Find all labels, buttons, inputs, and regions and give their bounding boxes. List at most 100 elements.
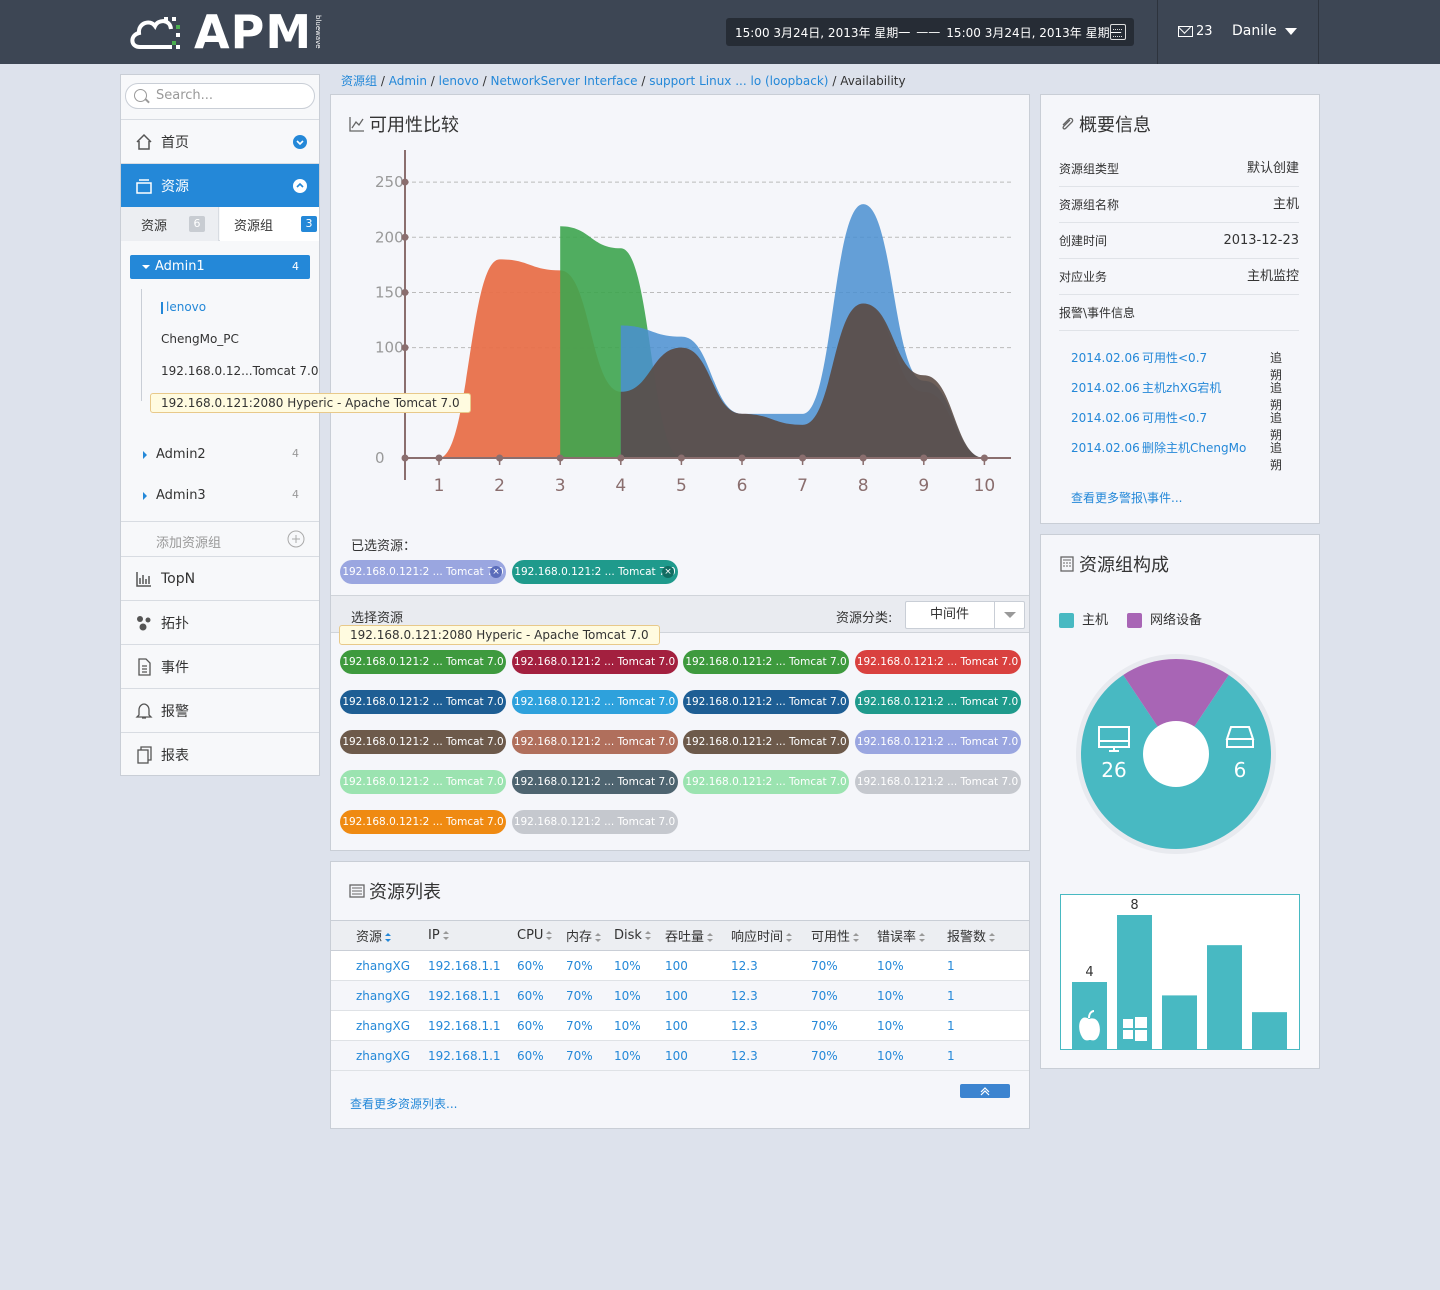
column-header[interactable]: CPU	[517, 920, 566, 951]
resource-chip[interactable]: 192.168.0.121:2 ... Tomcat 7.0	[511, 730, 678, 754]
nav-resource-label: 资源	[161, 178, 189, 195]
header-divider	[1318, 0, 1319, 64]
nav-reports[interactable]: 报表	[121, 732, 319, 776]
resource-chip[interactable]: 192.168.0.121:2 ... Tomcat 7.0	[340, 770, 506, 794]
table-row[interactable]: zhangXG 192.168.1.1 60% 70% 10% 100 12.3 70% 10%…	[331, 1010, 1029, 1041]
nav-home[interactable]: 首页	[121, 119, 319, 163]
selected-resource-chip[interactable]: 192.168.0.121:2 ... Tomcat 7.0 ×	[512, 560, 678, 584]
alarm-item[interactable]: 2014.02.06 可用性<0.7 追朔	[1071, 349, 1282, 382]
chevron-down-icon[interactable]	[293, 135, 307, 149]
remove-icon[interactable]: ×	[662, 566, 674, 578]
resource-list-title: 资源列表	[349, 878, 441, 904]
nav-topn[interactable]: TopN	[121, 556, 319, 600]
add-group-row[interactable]: 添加资源组	[121, 521, 319, 557]
remove-icon[interactable]: ×	[490, 566, 502, 578]
nav-alarms[interactable]: 报警	[121, 688, 319, 732]
mail-button[interactable]: 23	[1178, 24, 1213, 39]
host-count: 26	[1101, 758, 1126, 782]
breadcrumb-item[interactable]: Admin	[389, 74, 427, 88]
table-cell: 60%	[517, 1040, 566, 1071]
caret-right-icon	[143, 492, 147, 500]
breadcrumb-item[interactable]: lenovo	[439, 74, 479, 88]
more-alarms-link[interactable]: 查看更多警报\事件...	[1071, 489, 1183, 506]
column-header[interactable]: 报警数	[947, 920, 1029, 951]
resource-chip[interactable]: 192.168.0.121:2 ... Tomcat 7.0	[511, 690, 678, 714]
category-select[interactable]: 中间件	[905, 601, 1025, 629]
group-admin3[interactable]: Admin3 4	[121, 488, 319, 503]
alarm-item[interactable]: 2014.02.06 可用性<0.7 追朔	[1071, 409, 1282, 442]
resource-chip[interactable]: 192.168.0.121:2 ... Tomcat 7.0	[340, 690, 506, 714]
breadcrumb-separator: /	[380, 74, 385, 88]
breadcrumb: 资源组 / Admin / lenovo / NetworkServer Int…	[341, 72, 906, 89]
date-range-picker[interactable]: 15:00 3月24日, 2013年 星期一 —— 15:00 3月24日, 2…	[726, 18, 1134, 46]
date-from: 15:00 3月24日, 2013年 星期一	[735, 25, 911, 40]
tab-resource[interactable]: 资源 6	[121, 207, 219, 241]
user-name[interactable]: Danile	[1232, 23, 1277, 39]
resource-chip[interactable]: 192.168.0.121:2 ... Tomcat 7.0	[340, 650, 506, 674]
user-menu-caret-icon[interactable]	[1285, 28, 1297, 35]
bar[interactable]	[1207, 945, 1242, 1049]
nav-topology[interactable]: 拓扑	[121, 600, 319, 644]
add-icon[interactable]	[287, 530, 305, 548]
tree-item-lenovo[interactable]: lenovo	[161, 300, 206, 314]
resource-chip[interactable]: 192.168.0.121:2 ... Tomcat 7.0	[683, 690, 849, 714]
bar[interactable]	[1252, 1012, 1287, 1049]
column-header[interactable]: 资源	[331, 920, 428, 951]
nav-events[interactable]: 事件	[121, 644, 319, 688]
tree-item-chengmo[interactable]: ChengMo_PC	[161, 332, 239, 346]
column-header[interactable]: IP	[428, 920, 517, 951]
resource-chip[interactable]: 192.168.0.121:2 ... Tomcat 7.0	[511, 650, 678, 674]
resource-chip[interactable]: 192.168.0.121:2 ... Tomcat 7.0	[340, 730, 506, 754]
category-value: 中间件	[930, 607, 970, 622]
apm-logo[interactable]: APM bluewave	[128, 8, 322, 56]
breadcrumb-item[interactable]: NetworkServer Interface	[490, 74, 637, 88]
resource-chip[interactable]: 192.168.0.121:2 ... Tomcat 7.0	[511, 810, 678, 834]
tree-item-tomcat[interactable]: 192.168.0.12...Tomcat 7.0	[161, 364, 318, 378]
resource-chip[interactable]: 192.168.0.121:2 ... Tomcat 7.0	[854, 650, 1021, 674]
table-row[interactable]: zhangXG 192.168.1.1 60% 70% 10% 100 12.3 70% 10%…	[331, 1040, 1029, 1071]
legend-host: 主机	[1059, 609, 1108, 628]
breadcrumb-item[interactable]: support Linux ... lo (loopback)	[649, 74, 828, 88]
table-row[interactable]: zhangXG 192.168.1.1 60% 70% 10% 100 12.3 70% 10%…	[331, 980, 1029, 1011]
table-row[interactable]: zhangXG 192.168.1.1 60% 70% 10% 100 12.3 70% 10%…	[331, 950, 1029, 981]
table-cell: 70%	[566, 1010, 614, 1041]
resource-chip[interactable]: 192.168.0.121:2 ... Tomcat 7.0	[340, 810, 506, 834]
column-header[interactable]: 响应时间	[731, 920, 811, 951]
composition-title-text: 资源组构成	[1079, 555, 1169, 576]
collapse-button[interactable]	[960, 1084, 1010, 1098]
table-cell: 100	[665, 1040, 731, 1071]
bar[interactable]	[1117, 915, 1152, 1049]
os-bar-chart-box: 48	[1060, 894, 1300, 1050]
column-header[interactable]: Disk	[614, 920, 665, 951]
chevron-up-icon[interactable]	[293, 179, 307, 193]
group-admin1[interactable]: Admin1 4	[130, 255, 310, 279]
report-icon	[137, 746, 152, 764]
bar[interactable]	[1162, 995, 1197, 1049]
tree-item-label: lenovo	[166, 300, 207, 314]
calendar-icon[interactable]	[1110, 24, 1126, 40]
group-admin2[interactable]: Admin2 4	[121, 447, 319, 462]
column-header[interactable]: 吞吐量	[665, 920, 731, 951]
resource-chip[interactable]: 192.168.0.121:2 ... Tomcat 7.0	[683, 650, 849, 674]
search-input[interactable]: Search...	[125, 83, 315, 109]
logo-text: APM	[194, 5, 313, 59]
breadcrumb-item[interactable]: 资源组	[341, 74, 377, 88]
resource-chip[interactable]: 192.168.0.121:2 ... Tomcat 7.0	[511, 770, 678, 794]
resource-chip[interactable]: 192.168.0.121:2 ... Tomcat 7.0	[854, 770, 1021, 794]
top-bar: APM bluewave 15:00 3月24日, 2013年 星期一 —— 1…	[0, 0, 1440, 64]
selected-resource-chip[interactable]: 192.168.0.121:2 ... Tomcat 7.0 ×	[340, 560, 506, 584]
resource-chip[interactable]: 192.168.0.121:2 ... Tomcat 7.0	[683, 730, 849, 754]
column-header[interactable]: 错误率	[877, 920, 947, 951]
alarm-item[interactable]: 2014.02.06 删除主机ChengMo 追朔	[1071, 439, 1282, 472]
chevron-down-icon[interactable]	[994, 602, 1024, 628]
resource-chip[interactable]: 192.168.0.121:2 ... Tomcat 7.0	[854, 730, 1021, 754]
resource-chip[interactable]: 192.168.0.121:2 ... Tomcat 7.0	[854, 690, 1021, 714]
more-resources-link[interactable]: 查看更多资源列表...	[350, 1095, 457, 1112]
column-header[interactable]: 可用性	[811, 920, 877, 951]
tab-group[interactable]: 资源组 3	[220, 207, 319, 241]
y-tick-label: 100	[375, 339, 404, 357]
column-header[interactable]: 内存	[566, 920, 614, 951]
alarm-item[interactable]: 2014.02.06 主机zhXG宕机 追朔	[1071, 379, 1282, 412]
nav-resource[interactable]: 资源	[121, 163, 319, 207]
resource-chip[interactable]: 192.168.0.121:2 ... Tomcat 7.0	[683, 770, 849, 794]
